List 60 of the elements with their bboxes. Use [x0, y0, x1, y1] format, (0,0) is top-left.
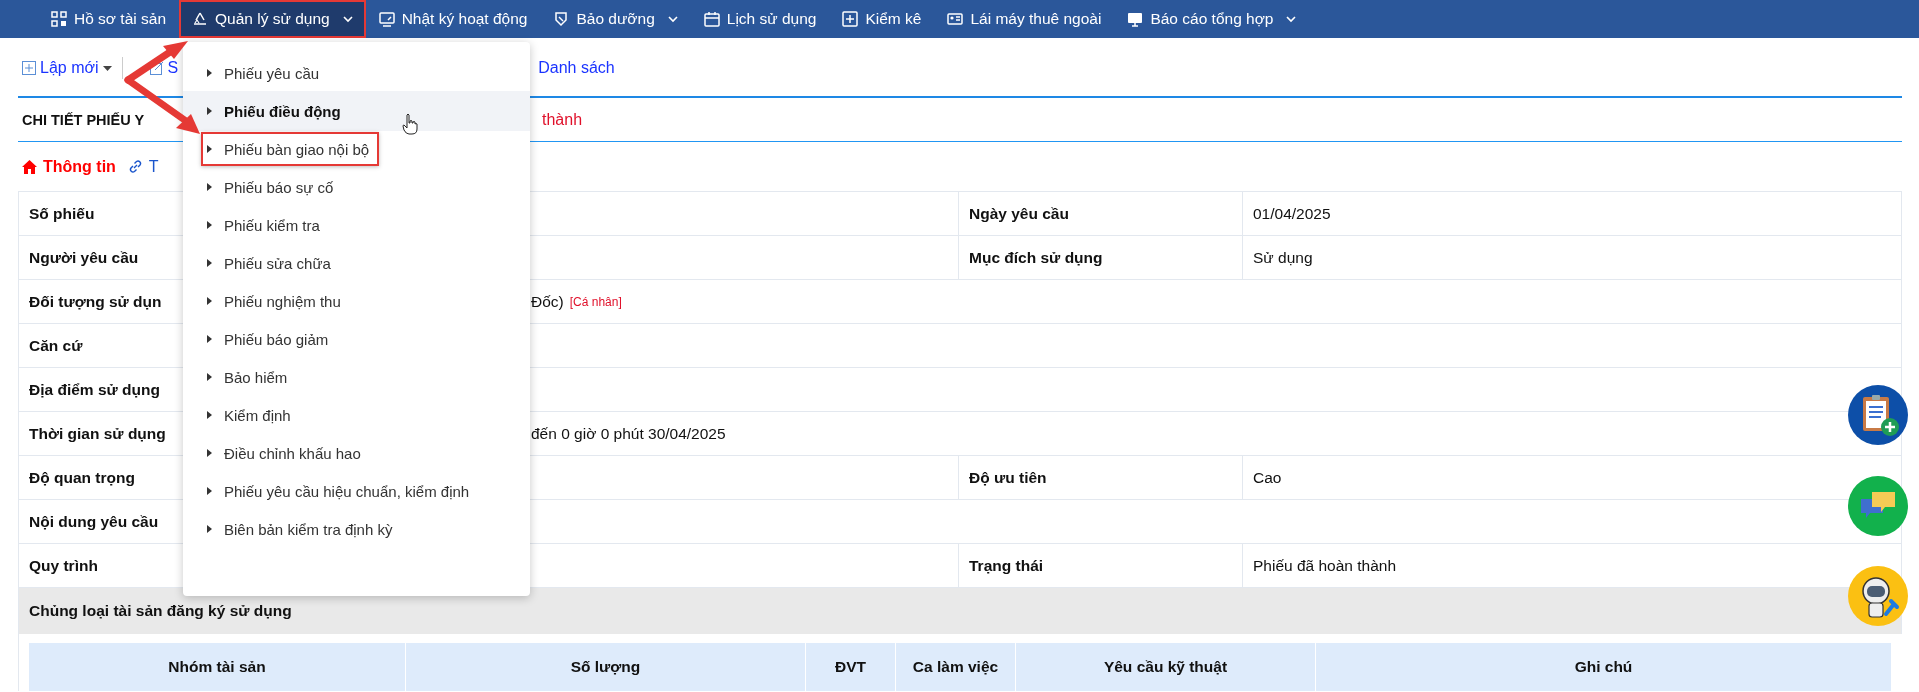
bullet-icon	[207, 525, 212, 533]
field-label: Mục đích sử dụng	[959, 236, 1243, 280]
id-card-icon	[947, 11, 964, 27]
grid-icon	[51, 11, 67, 27]
column-header: Nhóm tài sản	[29, 643, 406, 691]
nav-menu-item[interactable]: Lái máy thuê ngoài	[934, 0, 1115, 38]
bullet-icon	[207, 221, 212, 229]
hand-cursor-icon	[402, 113, 418, 135]
field-value: Đốc)	[531, 292, 564, 311]
menu-item[interactable]: Phiếu bàn giao nội bộ	[201, 132, 380, 166]
menu-item[interactable]: Phiếu yêu cầu	[183, 54, 530, 92]
bullet-icon	[207, 183, 212, 191]
nav-menu-item[interactable]: Bảo dưỡng	[540, 0, 691, 38]
nav-menu-item[interactable]: Kiểm kê	[829, 0, 935, 38]
field-label: Ngày yêu cầu	[959, 192, 1243, 236]
toolbar-link[interactable]: Danh sách	[538, 59, 615, 77]
status-text: thành	[542, 110, 583, 129]
field-label: Độ ưu tiên	[959, 456, 1243, 500]
field-value: 01/04/2025	[1243, 192, 1902, 236]
bullet-icon	[207, 107, 212, 115]
bullet-icon	[207, 373, 212, 381]
monitor-icon	[1127, 11, 1144, 27]
column-header: Yêu cầu kỹ thuật	[1016, 643, 1316, 691]
bullet-icon	[207, 69, 212, 77]
plus-square-icon	[842, 11, 859, 27]
nav-menu-item[interactable]: Hồ sơ tài sản	[38, 0, 179, 38]
field-value: Sử dụng	[1243, 236, 1902, 280]
tab[interactable]: T	[127, 157, 159, 176]
bullet-icon	[207, 411, 212, 419]
bullet-icon	[207, 487, 212, 495]
menu-item[interactable]: Phiếu điều động	[183, 91, 530, 131]
toolbar-link[interactable]: Lập mới	[22, 59, 112, 77]
type-tag: [Cá nhân]	[569, 294, 622, 309]
column-header: Ca làm việc	[896, 643, 1016, 691]
bullet-icon	[207, 449, 212, 457]
calendar-icon	[703, 11, 720, 27]
nav-menu-item[interactable]: Quản lý sử dụng	[179, 0, 366, 38]
bullet-icon	[207, 297, 212, 305]
toolbar-link[interactable]: S	[149, 59, 179, 77]
nav-menu-item[interactable]: Báo cáo tổng hợp	[1114, 0, 1310, 38]
link-icon	[127, 159, 143, 174]
field-value: đến 0 giờ 0 phút 30/04/2025	[531, 424, 726, 443]
tab[interactable]: Thông tin	[22, 157, 116, 176]
column-header: ĐVT	[806, 643, 896, 691]
bullet-icon	[207, 145, 212, 153]
nav-menu-item[interactable]: Lịch sử dụng	[690, 0, 830, 38]
section-header: Chủng loại tài sản đăng ký sử dụng	[19, 588, 1902, 634]
clipboard-plus-icon[interactable]	[1848, 385, 1908, 445]
column-header: Ghi chú	[1316, 643, 1892, 691]
bullet-icon	[207, 259, 212, 267]
robot-icon[interactable]	[1848, 566, 1908, 626]
home-icon	[22, 159, 37, 174]
monitor-edit-icon	[378, 11, 395, 27]
nav-menu-item[interactable]: Nhật ký hoạt động	[365, 0, 541, 38]
page-title: CHI TIẾT PHIẾU Y	[22, 111, 145, 128]
plus-square-icon	[22, 61, 36, 75]
bullet-icon	[207, 335, 212, 343]
chat-icon[interactable]	[1848, 476, 1908, 536]
column-header: Số lượng	[406, 643, 806, 691]
edit-icon	[149, 61, 164, 75]
